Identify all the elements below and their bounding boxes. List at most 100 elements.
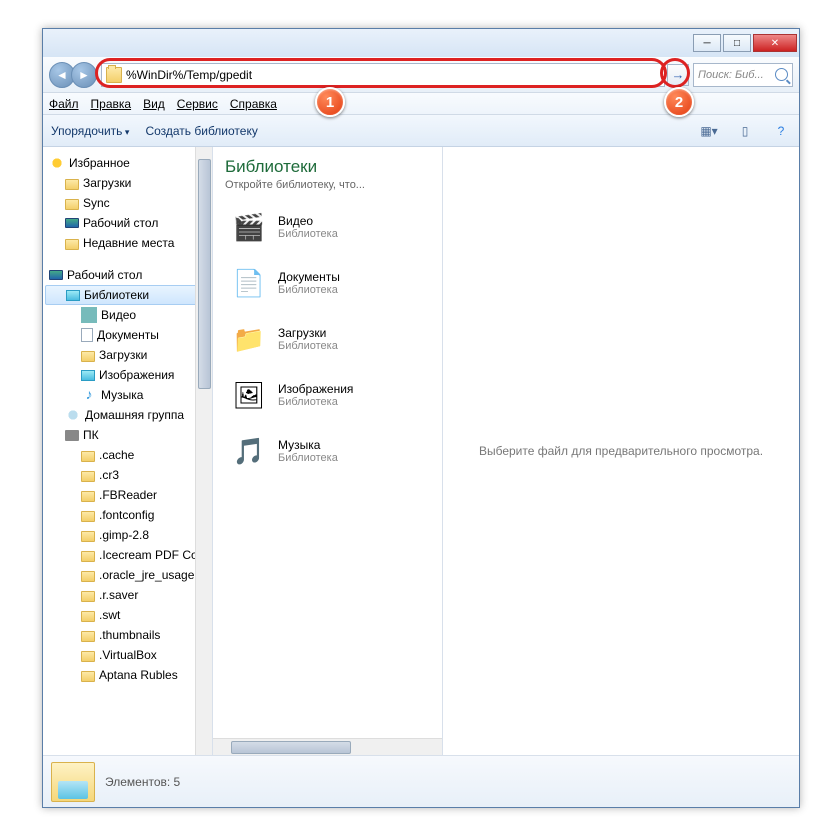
library-item[interactable]: 📁ЗагрузкиБиблиотека: [225, 315, 430, 363]
maximize-button[interactable]: □: [723, 34, 751, 52]
nav-tree: Избранное Загрузки Sync Рабочий стол Нед…: [43, 147, 212, 691]
sidebar-folder[interactable]: .fontconfig: [45, 505, 210, 525]
sidebar-folder[interactable]: .swt: [45, 605, 210, 625]
video-icon: [81, 307, 97, 323]
library-icon: 🎬: [228, 206, 270, 248]
sidebar-folder[interactable]: .cr3: [45, 465, 210, 485]
folder-icon: [81, 671, 95, 682]
homegroup-icon: [65, 407, 81, 423]
sidebar-documents[interactable]: Документы: [45, 325, 210, 345]
search-icon: [775, 68, 788, 81]
libraries-icon: [66, 290, 80, 301]
library-item[interactable]: 🖼ИзображенияБиблиотека: [225, 371, 430, 419]
desktop-icon: [49, 270, 63, 280]
content-subtitle: Откройте библиотеку, что...: [225, 179, 430, 191]
library-icon: 🖼: [228, 374, 270, 416]
sidebar-libraries[interactable]: Библиотеки: [45, 285, 210, 305]
recent-icon: [65, 239, 79, 250]
search-input[interactable]: Поиск: Биб...: [693, 63, 793, 87]
sidebar-folder[interactable]: .cache: [45, 445, 210, 465]
sidebar-folder[interactable]: .FBReader: [45, 485, 210, 505]
view-mode-button[interactable]: ▦▾: [699, 121, 719, 141]
hscroll-thumb[interactable]: [231, 741, 351, 754]
titlebar: ─ □ ✕: [43, 29, 799, 57]
menu-file[interactable]: Файл: [49, 97, 79, 111]
images-icon: [81, 370, 95, 381]
sidebar-favorites[interactable]: Избранное: [45, 153, 210, 173]
menu-help[interactable]: Справка: [230, 97, 277, 111]
sidebar-homegroup[interactable]: Домашняя группа: [45, 405, 210, 425]
sidebar-video[interactable]: Видео: [45, 305, 210, 325]
content-area: Библиотеки Откройте библиотеку, что... 🎬…: [213, 147, 799, 755]
sidebar-folder[interactable]: .r.saver: [45, 585, 210, 605]
folder-icon: [81, 451, 95, 462]
library-icon: 🎵: [228, 430, 270, 472]
sidebar-pc[interactable]: ПК: [45, 425, 210, 445]
folder-icon: [81, 351, 95, 362]
folder-icon: [81, 631, 95, 642]
go-button[interactable]: →: [667, 64, 689, 86]
toolbar: Упорядочить Создать библиотеку ▦▾ ▯ ?: [43, 115, 799, 147]
library-item[interactable]: 🎬ВидеоБиблиотека: [225, 203, 430, 251]
sidebar-folder[interactable]: Aptana Rubles: [45, 665, 210, 685]
sidebar-music[interactable]: ♪Музыка: [45, 385, 210, 405]
library-item[interactable]: 🎵МузыкаБиблиотека: [225, 427, 430, 475]
sidebar-folder[interactable]: .gimp-2.8: [45, 525, 210, 545]
callout-1: 1: [315, 87, 345, 117]
sidebar-folder[interactable]: .oracle_jre_usage: [45, 565, 210, 585]
sidebar-folder[interactable]: .VirtualBox: [45, 645, 210, 665]
sidebar-desktop-root[interactable]: Рабочий стол: [45, 265, 210, 285]
music-icon: ♪: [81, 387, 97, 403]
sidebar-recent[interactable]: Недавние места: [45, 233, 210, 253]
minimize-button[interactable]: ─: [693, 34, 721, 52]
library-item[interactable]: 📄ДокументыБиблиотека: [225, 259, 430, 307]
new-library-button[interactable]: Создать библиотеку: [145, 124, 257, 138]
sidebar-downloads[interactable]: Загрузки: [45, 173, 210, 193]
desktop-icon: [65, 218, 79, 228]
sidebar-images[interactable]: Изображения: [45, 365, 210, 385]
statusbar: Элементов: 5: [43, 755, 799, 807]
folder-icon: [81, 651, 95, 662]
sidebar-sync[interactable]: Sync: [45, 193, 210, 213]
organize-button[interactable]: Упорядочить: [51, 124, 129, 138]
close-button[interactable]: ✕: [753, 34, 797, 52]
folder-icon: [81, 511, 95, 522]
sidebar-desktop[interactable]: Рабочий стол: [45, 213, 210, 233]
folder-icon: [81, 591, 95, 602]
help-button[interactable]: ?: [771, 121, 791, 141]
folder-icon: [81, 611, 95, 622]
horizontal-scrollbar[interactable]: [213, 738, 442, 755]
sidebar-downloads2[interactable]: Загрузки: [45, 345, 210, 365]
menu-view[interactable]: Вид: [143, 97, 165, 111]
scrollbar-thumb[interactable]: [198, 159, 211, 389]
sidebar: Избранное Загрузки Sync Рабочий стол Нед…: [43, 147, 213, 755]
status-text: Элементов: 5: [105, 775, 180, 789]
pc-icon: [65, 430, 79, 441]
preview-pane-button[interactable]: ▯: [735, 121, 755, 141]
sidebar-scrollbar[interactable]: [195, 147, 212, 755]
callout-2: 2: [664, 87, 694, 117]
folder-icon: [81, 531, 95, 542]
library-icon: 📁: [228, 318, 270, 360]
doc-icon: [81, 328, 93, 342]
sidebar-folder[interactable]: .Icecream PDF Conv: [45, 545, 210, 565]
menu-edit[interactable]: Правка: [91, 97, 132, 111]
list-pane: Библиотеки Откройте библиотеку, что... 🎬…: [213, 147, 443, 755]
folder-icon: [81, 571, 95, 582]
body: Избранное Загрузки Sync Рабочий стол Нед…: [43, 147, 799, 755]
folder-icon: [65, 179, 79, 190]
menu-tools[interactable]: Сервис: [177, 97, 218, 111]
address-bar-wrap: %WinDir%/Temp/gpedit →: [101, 63, 689, 87]
preview-empty-text: Выберите файл для предварительного просм…: [479, 444, 763, 458]
sidebar-folder[interactable]: .thumbnails: [45, 625, 210, 645]
search-placeholder: Поиск: Биб...: [698, 69, 764, 81]
star-icon: [49, 155, 65, 171]
library-icon: 📄: [228, 262, 270, 304]
address-bar[interactable]: %WinDir%/Temp/gpedit: [101, 63, 665, 87]
explorer-window: ─ □ ✕ ◄ ► %WinDir%/Temp/gpedit → Поиск: …: [42, 28, 800, 808]
forward-button[interactable]: ►: [71, 62, 97, 88]
nav-arrows: ◄ ►: [49, 62, 97, 88]
status-icon: [51, 762, 95, 802]
folder-icon: [81, 551, 95, 562]
folder-icon: [81, 471, 95, 482]
